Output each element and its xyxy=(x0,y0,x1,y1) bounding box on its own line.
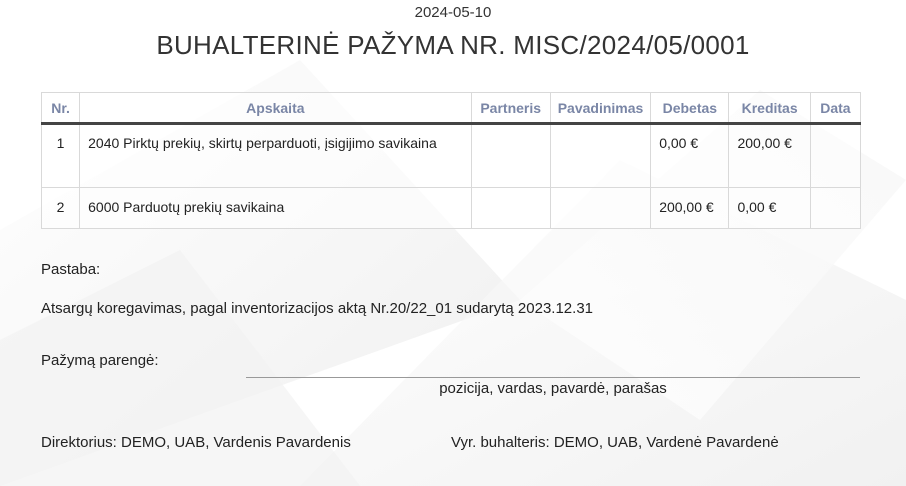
prepared-by-label: Pažymą parengė: xyxy=(41,352,159,369)
table-header-row: Nr. Apskaita Partneris Pavadinimas Debet… xyxy=(40,92,862,125)
document-date: 2024-05-10 xyxy=(414,4,492,21)
document-title: BUHALTERINĖ PAŽYMA NR. MISC/2024/05/0001 xyxy=(156,30,750,60)
note-label: Pastaba: xyxy=(41,261,101,278)
cell-data xyxy=(809,123,862,188)
note-text: Atsargų koregavimas, pagal inventorizaci… xyxy=(41,300,594,317)
table-row: 1 2040 Pirktų prekių, skirtų perparduoti… xyxy=(40,123,862,188)
cell-nr: 2 xyxy=(40,187,81,229)
cell-kreditas: 0,00 € xyxy=(728,187,811,229)
cell-pavadinimas xyxy=(549,187,652,229)
cell-partneris xyxy=(470,187,551,229)
header-pavadinimas: Pavadinimas xyxy=(549,92,652,125)
cell-partneris xyxy=(470,123,551,188)
header-debetas: Debetas xyxy=(650,92,730,125)
cell-apskaita: 2040 Pirktų prekių, skirtų perparduoti, … xyxy=(79,123,472,188)
cell-apskaita: 6000 Parduotų prekių savikaina xyxy=(79,187,472,229)
cell-nr: 1 xyxy=(40,123,81,188)
cell-debetas: 0,00 € xyxy=(650,123,730,188)
director-signature: Direktorius: DEMO, UAB, Vardenis Pavarde… xyxy=(41,434,351,451)
signature-line xyxy=(246,377,860,378)
table-row: 2 6000 Parduotų prekių savikaina 200,00 … xyxy=(40,187,862,229)
header-kreditas: Kreditas xyxy=(728,92,811,125)
header-apskaita: Apskaita xyxy=(79,92,472,125)
chief-accountant-signature: Vyr. buhalteris: DEMO, UAB, Vardenė Pava… xyxy=(451,434,779,451)
cell-data xyxy=(809,187,862,229)
header-data: Data xyxy=(809,92,862,125)
cell-debetas: 200,00 € xyxy=(650,187,730,229)
cell-pavadinimas xyxy=(549,123,652,188)
header-nr: Nr. xyxy=(40,92,81,125)
document-page: 2024-05-10 BUHALTERINĖ PAŽYMA NR. MISC/2… xyxy=(0,0,906,486)
signature-caption: pozicija, vardas, pavardė, parašas xyxy=(439,380,667,397)
header-partneris: Partneris xyxy=(470,92,551,125)
entries-table: Nr. Apskaita Partneris Pavadinimas Debet… xyxy=(40,92,862,229)
cell-kreditas: 200,00 € xyxy=(728,123,811,188)
